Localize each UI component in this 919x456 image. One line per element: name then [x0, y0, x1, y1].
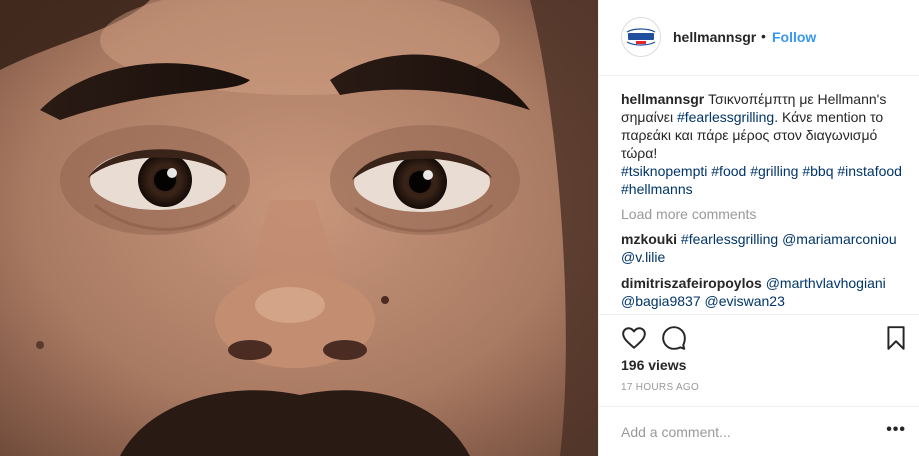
separator-dot: •	[761, 28, 766, 44]
follow-button[interactable]: Follow	[772, 29, 816, 45]
face-photo	[0, 0, 598, 456]
comment-username-link[interactable]: mzkouki	[621, 231, 677, 247]
comments-section: hellmannsgr Τσικνοπέμπτη με Hellmann's σ…	[621, 90, 903, 310]
header-username-link[interactable]: hellmannsgr	[673, 29, 756, 45]
caption: hellmannsgr Τσικνοπέμπτη με Hellmann's σ…	[621, 90, 903, 198]
caption-username-link[interactable]: hellmannsgr	[621, 91, 704, 107]
heart-icon[interactable]	[621, 325, 647, 351]
hellmanns-logo-icon	[622, 18, 660, 56]
hashtags-links[interactable]: #tsiknopempti #food #grilling #bbq #inst…	[621, 163, 902, 197]
comment-username-link[interactable]: dimitriszafeiropoylos	[621, 275, 762, 291]
views-count[interactable]: 196 views	[621, 357, 686, 373]
comment-icon[interactable]	[661, 325, 687, 351]
add-comment-bar: •••	[599, 406, 919, 456]
comment-item: dimitriszafeiropoylos @marthvlavhogiani …	[621, 274, 903, 310]
load-more-comments-button[interactable]: Load more comments	[621, 205, 903, 223]
post-details-panel: hellmannsgr • Follow hellmannsgr Τσικνοπ…	[598, 0, 919, 456]
add-comment-input[interactable]	[621, 421, 861, 443]
action-bar	[599, 314, 919, 350]
bookmark-icon[interactable]	[883, 325, 909, 351]
comment-item: mzkouki #fearlessgrilling @mariamarconio…	[621, 230, 903, 266]
post-timestamp[interactable]: 17 HOURS AGO	[621, 382, 699, 393]
more-options-icon[interactable]: •••	[886, 422, 906, 438]
hashtag-link[interactable]: #fearlessgrilling	[677, 109, 774, 125]
post-header: hellmannsgr • Follow	[599, 0, 919, 76]
post-image[interactable]	[0, 0, 598, 456]
avatar[interactable]	[621, 17, 661, 57]
